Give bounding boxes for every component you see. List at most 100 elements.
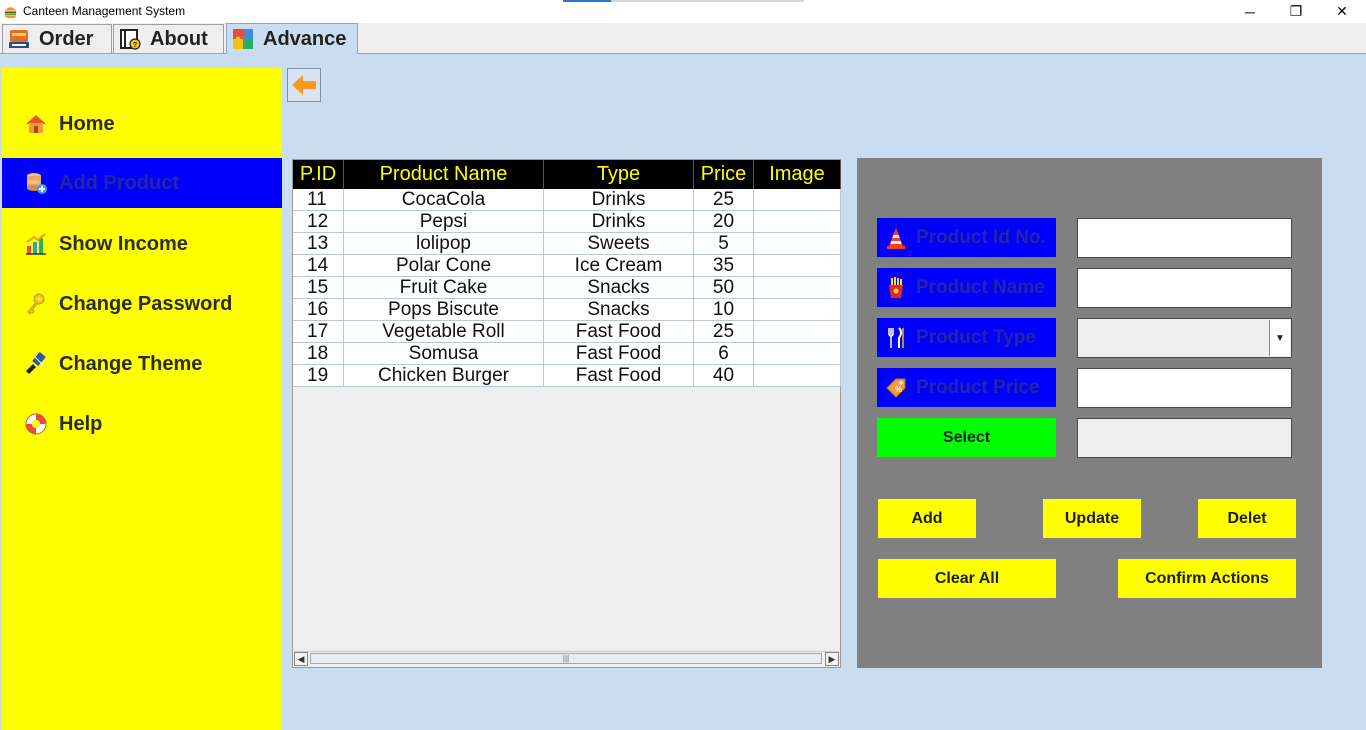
update-button[interactable]: Update bbox=[1043, 499, 1141, 538]
cell-pid[interactable]: 11 bbox=[293, 189, 344, 211]
fries-icon bbox=[889, 276, 903, 298]
product-type-select[interactable]: ▼ bbox=[1077, 318, 1292, 358]
cell-type[interactable]: Sweets bbox=[544, 233, 694, 255]
cell-type[interactable]: Fast Food bbox=[544, 365, 694, 387]
product-id-input[interactable] bbox=[1077, 218, 1292, 258]
table-row[interactable]: 12 Pepsi Drinks 20 bbox=[293, 211, 841, 233]
cell-type[interactable]: Drinks bbox=[544, 211, 694, 233]
cell-image[interactable] bbox=[754, 321, 841, 343]
cell-price[interactable]: 25 bbox=[694, 321, 754, 343]
cell-image[interactable] bbox=[754, 299, 841, 321]
product-id-label: Product Id No. bbox=[877, 218, 1056, 257]
cell-type[interactable]: Drinks bbox=[544, 189, 694, 211]
confirm-actions-button[interactable]: Confirm Actions bbox=[1118, 559, 1296, 598]
sidebar-item-help[interactable]: Help bbox=[2, 399, 282, 449]
table-body: 11 CocaCola Drinks 25 12 Pepsi Drinks 20 13 lolip… bbox=[293, 189, 841, 387]
cell-pid[interactable]: 13 bbox=[293, 233, 344, 255]
maximize-button[interactable]: ❐ bbox=[1273, 0, 1319, 23]
cell-image[interactable] bbox=[754, 343, 841, 365]
sidebar-item-show-income[interactable]: Show Income bbox=[2, 219, 282, 269]
product-name-label: Product Name bbox=[877, 268, 1056, 307]
close-button[interactable]: ✕ bbox=[1319, 0, 1365, 23]
cell-pid[interactable]: 16 bbox=[293, 299, 344, 321]
scroll-thumb[interactable]: ||| bbox=[310, 653, 822, 664]
minimize-button[interactable]: ─ bbox=[1227, 0, 1273, 23]
home-icon bbox=[26, 115, 46, 133]
tab-order[interactable]: Order bbox=[2, 24, 112, 53]
sidebar: Home Add Product Show Income Change Pass… bbox=[2, 68, 282, 730]
cell-type[interactable]: Fast Food bbox=[544, 321, 694, 343]
cell-price[interactable]: 25 bbox=[694, 189, 754, 211]
tab-advance[interactable]: Advance bbox=[226, 23, 358, 54]
column-header-price[interactable]: Price bbox=[694, 160, 754, 189]
back-button[interactable] bbox=[287, 68, 321, 102]
chevron-down-icon[interactable]: ▼ bbox=[1269, 320, 1290, 356]
tab-about[interactable]: ? About bbox=[113, 24, 224, 53]
cell-product-name[interactable]: Polar Cone bbox=[344, 255, 544, 277]
select-image-button[interactable]: Select bbox=[877, 418, 1056, 457]
table-row[interactable]: 15 Fruit Cake Snacks 50 bbox=[293, 277, 841, 299]
sidebar-item-change-theme[interactable]: Change Theme bbox=[2, 339, 282, 389]
cell-pid[interactable]: 12 bbox=[293, 211, 344, 233]
table-row[interactable]: 11 CocaCola Drinks 25 bbox=[293, 189, 841, 211]
cell-price[interactable]: 40 bbox=[694, 365, 754, 387]
cell-price[interactable]: 10 bbox=[694, 299, 754, 321]
product-name-input[interactable] bbox=[1077, 268, 1292, 308]
cell-pid[interactable]: 19 bbox=[293, 365, 344, 387]
column-header-product-name[interactable]: Product Name bbox=[344, 160, 544, 189]
cell-image[interactable] bbox=[754, 365, 841, 387]
price-tag-icon: % bbox=[886, 378, 906, 398]
cell-image[interactable] bbox=[754, 189, 841, 211]
cell-product-name[interactable]: Pepsi bbox=[344, 211, 544, 233]
cell-price[interactable]: 6 bbox=[694, 343, 754, 365]
sidebar-item-change-password[interactable]: Change Password bbox=[2, 279, 282, 329]
cell-image[interactable] bbox=[754, 211, 841, 233]
table-row[interactable]: 16 Pops Biscute Snacks 10 bbox=[293, 299, 841, 321]
sidebar-item-label: Change Password bbox=[59, 292, 233, 315]
cell-type[interactable]: Ice Cream bbox=[544, 255, 694, 277]
table-row[interactable]: 17 Vegetable Roll Fast Food 25 bbox=[293, 321, 841, 343]
column-header-image[interactable]: Image bbox=[754, 160, 841, 189]
product-type-label: Product Type bbox=[877, 318, 1056, 357]
cell-pid[interactable]: 15 bbox=[293, 277, 344, 299]
cell-image[interactable] bbox=[754, 277, 841, 299]
cell-image[interactable] bbox=[754, 233, 841, 255]
clear-all-button[interactable]: Clear All bbox=[878, 559, 1056, 598]
table-row[interactable]: 14 Polar Cone Ice Cream 35 bbox=[293, 255, 841, 277]
cell-price[interactable]: 20 bbox=[694, 211, 754, 233]
cell-type[interactable]: Fast Food bbox=[544, 343, 694, 365]
sidebar-item-add-product[interactable]: Add Product bbox=[2, 158, 282, 208]
column-header-type[interactable]: Type bbox=[544, 160, 694, 189]
cell-type[interactable]: Snacks bbox=[544, 277, 694, 299]
arrow-left-icon bbox=[292, 75, 316, 95]
cell-image[interactable] bbox=[754, 255, 841, 277]
column-header-pid[interactable]: P.ID bbox=[293, 160, 344, 189]
cell-product-name[interactable]: CocaCola bbox=[344, 189, 544, 211]
table-row[interactable]: 13 lolipop Sweets 5 bbox=[293, 233, 841, 255]
cell-price[interactable]: 50 bbox=[694, 277, 754, 299]
cell-product-name[interactable]: lolipop bbox=[344, 233, 544, 255]
cell-price[interactable]: 35 bbox=[694, 255, 754, 277]
cell-type[interactable]: Snacks bbox=[544, 299, 694, 321]
cell-pid[interactable]: 14 bbox=[293, 255, 344, 277]
cell-pid[interactable]: 18 bbox=[293, 343, 344, 365]
order-icon bbox=[9, 30, 29, 48]
product-table[interactable]: P.ID Product Name Type Price Image 11 Coc… bbox=[292, 159, 841, 668]
cell-product-name[interactable]: Pops Biscute bbox=[344, 299, 544, 321]
add-button[interactable]: Add bbox=[878, 499, 976, 538]
cell-product-name[interactable]: Somusa bbox=[344, 343, 544, 365]
cell-product-name[interactable]: Chicken Burger bbox=[344, 365, 544, 387]
sidebar-item-home[interactable]: Home bbox=[2, 99, 282, 149]
horizontal-scrollbar[interactable]: ◀ ||| ▶ bbox=[294, 651, 839, 666]
cell-product-name[interactable]: Vegetable Roll bbox=[344, 321, 544, 343]
scroll-left-button[interactable]: ◀ bbox=[294, 652, 308, 666]
table-header: P.ID Product Name Type Price Image bbox=[293, 160, 841, 189]
scroll-right-button[interactable]: ▶ bbox=[825, 652, 839, 666]
product-price-input[interactable] bbox=[1077, 368, 1292, 408]
table-row[interactable]: 18 Somusa Fast Food 6 bbox=[293, 343, 841, 365]
cell-price[interactable]: 5 bbox=[694, 233, 754, 255]
cell-product-name[interactable]: Fruit Cake bbox=[344, 277, 544, 299]
table-row[interactable]: 19 Chicken Burger Fast Food 40 bbox=[293, 365, 841, 387]
delete-button[interactable]: Delet bbox=[1198, 499, 1296, 538]
cell-pid[interactable]: 17 bbox=[293, 321, 344, 343]
